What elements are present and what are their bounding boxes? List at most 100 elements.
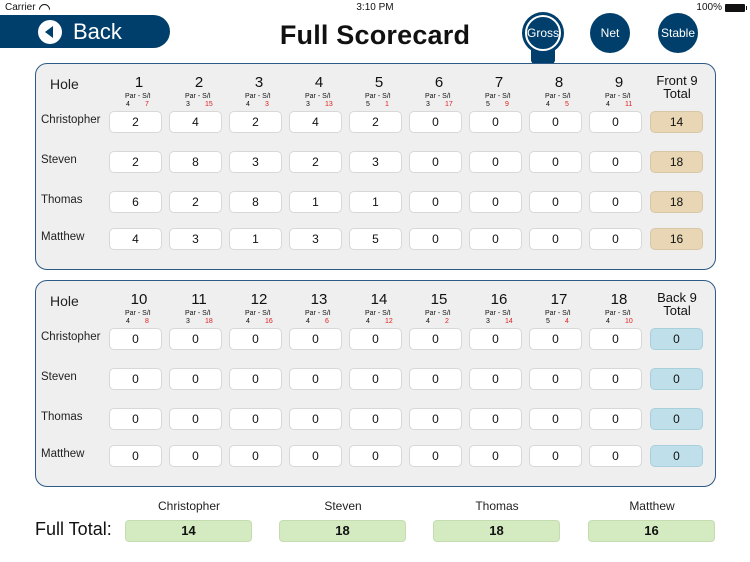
score-input[interactable]: 5 [349,228,402,250]
stroke-index-value: 1 [385,101,389,108]
score-input[interactable]: 0 [109,408,162,430]
par-label: Par [305,310,316,317]
score-input[interactable]: 0 [589,151,642,173]
full-total-value: 18 [279,520,406,542]
score-input[interactable]: 0 [529,191,582,213]
par-si-info: Par - S/I 3 15 [169,93,229,109]
dash: - [617,93,621,100]
score-input[interactable]: 4 [169,111,222,133]
score-input[interactable]: 0 [409,191,462,213]
score-input[interactable]: 3 [229,151,282,173]
score-input[interactable]: 0 [109,368,162,390]
score-input[interactable]: 2 [349,111,402,133]
par-si-info: Par - S/I 4 10 [589,310,649,326]
score-input[interactable]: 0 [529,408,582,430]
score-input[interactable]: 0 [589,408,642,430]
score-input[interactable]: 2 [109,111,162,133]
score-input[interactable]: 0 [169,445,222,467]
score-input[interactable]: 0 [409,111,462,133]
tab-net[interactable]: Net [590,13,630,53]
par-label: Par [485,93,496,100]
score-input[interactable]: 1 [229,228,282,250]
score-input[interactable]: 0 [349,408,402,430]
hole-number: 1 [134,74,144,91]
score-input[interactable]: 0 [589,111,642,133]
score-input[interactable]: 0 [169,368,222,390]
selected-ring [525,15,561,51]
score-input[interactable]: 0 [409,228,462,250]
par-label: Par [425,310,436,317]
player-name: Christopher [41,331,101,343]
score-input[interactable]: 0 [529,151,582,173]
score-input[interactable]: 0 [589,368,642,390]
score-input[interactable]: 0 [469,228,522,250]
score-input[interactable]: 0 [289,445,342,467]
score-input[interactable]: 0 [469,368,522,390]
score-input[interactable]: 0 [169,328,222,350]
score-input[interactable]: 3 [289,228,342,250]
score-input[interactable]: 3 [169,228,222,250]
score-input[interactable]: 0 [349,368,402,390]
battery-percent: 100% [696,2,722,13]
score-input[interactable]: 2 [169,191,222,213]
par-si-label: Par - S/I [185,93,211,101]
score-input[interactable]: 0 [529,445,582,467]
score-input[interactable]: 0 [109,445,162,467]
score-input[interactable]: 4 [289,111,342,133]
total-header-line2: Total [663,86,691,101]
score-input[interactable]: 0 [289,368,342,390]
score-input[interactable]: 2 [289,151,342,173]
score-input[interactable]: 4 [109,228,162,250]
score-input[interactable]: 0 [469,328,522,350]
score-input[interactable]: 0 [349,328,402,350]
score-input[interactable]: 0 [469,445,522,467]
par-value: 4 [246,318,250,325]
par-si-info: Par - S/I 4 11 [589,93,649,109]
score-input[interactable]: 0 [229,408,282,430]
score-input[interactable]: 0 [469,408,522,430]
score-input[interactable]: 0 [589,228,642,250]
stroke-index-value: 15 [205,101,213,108]
score-input[interactable]: 6 [109,191,162,213]
nine-total: 0 [650,408,703,430]
score-input[interactable]: 0 [529,111,582,133]
score-input[interactable]: 0 [109,328,162,350]
score-input[interactable]: 0 [289,328,342,350]
score-input[interactable]: 0 [169,408,222,430]
score-input[interactable]: 0 [409,151,462,173]
tab-net-label: Net [600,26,620,40]
hole-header: Hole [50,76,79,92]
score-input[interactable]: 0 [469,111,522,133]
score-input[interactable]: 8 [229,191,282,213]
tab-gross[interactable]: Gross [522,12,564,54]
score-input[interactable]: 0 [409,368,462,390]
score-input[interactable]: 0 [589,445,642,467]
score-input[interactable]: 0 [589,191,642,213]
score-input[interactable]: 0 [529,368,582,390]
score-input[interactable]: 2 [229,111,282,133]
hole-number: 9 [614,74,624,91]
score-input[interactable]: 0 [409,445,462,467]
par-si-info: Par - S/I 3 14 [469,310,529,326]
score-input[interactable]: 0 [529,228,582,250]
score-input[interactable]: 0 [409,328,462,350]
score-input[interactable]: 2 [109,151,162,173]
score-input[interactable]: 0 [229,328,282,350]
score-input[interactable]: 0 [289,408,342,430]
score-input[interactable]: 3 [349,151,402,173]
score-input[interactable]: 0 [229,368,282,390]
score-input[interactable]: 0 [409,408,462,430]
score-input[interactable]: 0 [349,445,402,467]
score-input[interactable]: 0 [589,328,642,350]
score-input[interactable]: 0 [469,151,522,173]
score-input[interactable]: 0 [229,445,282,467]
stroke-index-value: 11 [625,101,633,108]
score-input[interactable]: 8 [169,151,222,173]
par-si-info: Par - S/I 4 3 [229,93,289,109]
score-input[interactable]: 0 [469,191,522,213]
score-input[interactable]: 1 [349,191,402,213]
score-input[interactable]: 1 [289,191,342,213]
tab-stable[interactable]: Stable [658,13,698,53]
score-input[interactable]: 0 [529,328,582,350]
par-si-label: Par - S/I [425,310,451,318]
